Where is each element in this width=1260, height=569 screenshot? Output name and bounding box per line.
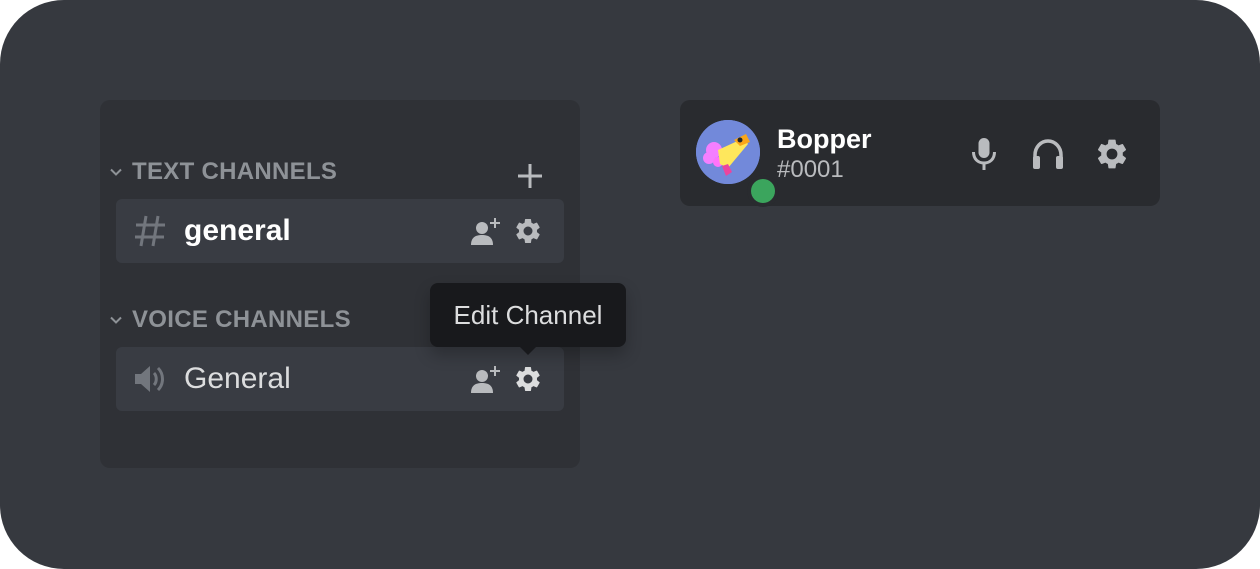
channel-item-general[interactable]: general	[116, 199, 564, 263]
avatar[interactable]	[696, 120, 775, 203]
gear-icon	[516, 218, 540, 243]
online-status-indicator	[751, 179, 775, 203]
channel-settings-button[interactable]	[510, 213, 546, 249]
create-invite-button[interactable]	[468, 361, 504, 397]
channel-name: general	[184, 214, 291, 247]
gear-icon	[1097, 139, 1127, 169]
microphone-icon	[972, 138, 996, 170]
mute-button[interactable]	[962, 132, 1006, 176]
avatar-image	[696, 120, 760, 184]
username: Bopper	[777, 124, 872, 154]
user-settings-button[interactable]	[1090, 132, 1134, 176]
deafen-button[interactable]	[1026, 132, 1070, 176]
category-text-channels[interactable]: TEXT CHANNELS	[108, 156, 337, 188]
plus-icon	[518, 164, 542, 188]
chevron-down-icon	[110, 316, 122, 324]
add-channel-button[interactable]	[512, 158, 548, 194]
add-person-icon	[471, 366, 500, 393]
channel-settings-button[interactable]	[510, 361, 546, 397]
channel-item-voice-general[interactable]: General	[116, 347, 564, 411]
user-panel: Bopper #0001	[680, 100, 1160, 206]
headphones-icon	[1033, 139, 1063, 169]
create-invite-button[interactable]	[468, 213, 504, 249]
add-person-icon	[471, 218, 500, 245]
chevron-down-icon	[110, 168, 122, 176]
app-background: TEXT CHANNELS general VOICE CHANNELS Gen…	[0, 0, 1260, 569]
hashtag-icon	[132, 213, 168, 249]
tooltip-text: Edit Channel	[453, 299, 603, 330]
category-voice-channels[interactable]: VOICE CHANNELS	[108, 304, 351, 336]
category-label: TEXT CHANNELS	[132, 158, 338, 185]
speaker-icon	[132, 361, 168, 397]
gear-icon	[516, 366, 540, 391]
category-label: VOICE CHANNELS	[132, 306, 351, 333]
channel-name: General	[184, 362, 291, 395]
edit-channel-tooltip: Edit Channel	[430, 283, 626, 355]
user-discriminator: #0001	[777, 156, 844, 183]
